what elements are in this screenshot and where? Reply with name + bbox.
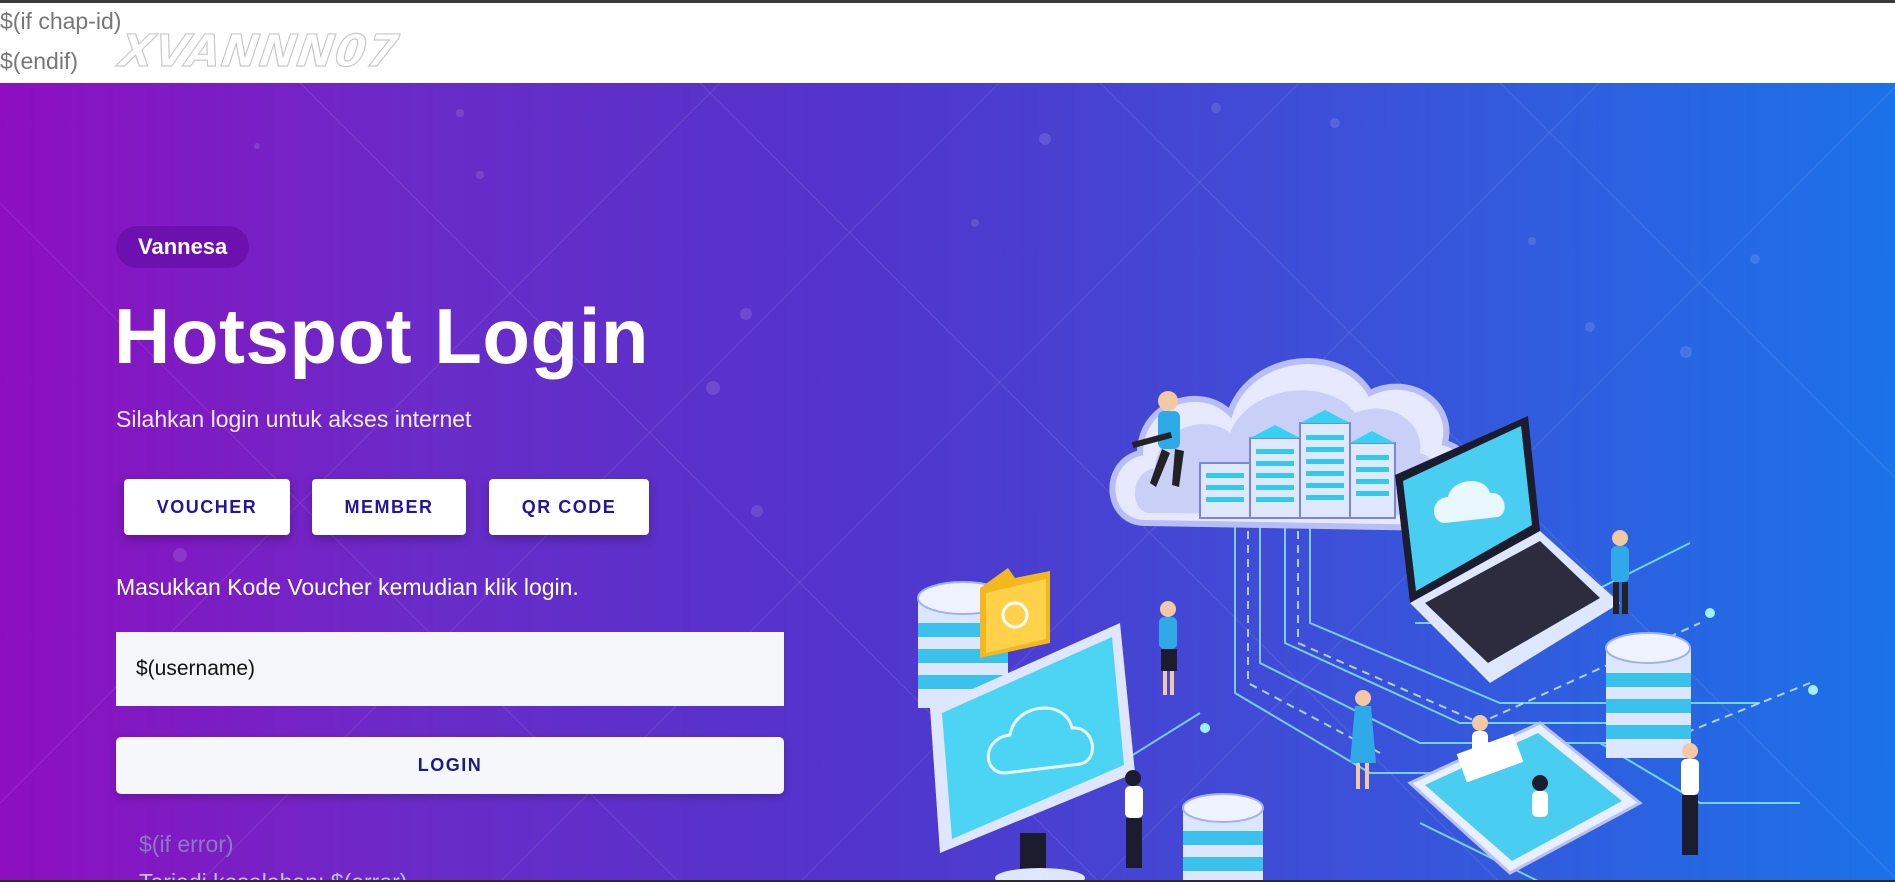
template-if-chap-id: $(if chap-id) xyxy=(0,8,122,34)
username-input[interactable] xyxy=(116,632,784,706)
page-subtitle: Silahkan login untuk akses internet xyxy=(116,406,472,432)
template-endif: $(endif) xyxy=(0,48,78,74)
database-icon-right xyxy=(1605,632,1691,758)
login-button[interactable]: LOGIN xyxy=(116,737,784,794)
page-title: Hotspot Login xyxy=(114,292,650,380)
network-illustration xyxy=(917,358,1818,882)
watermark-logo: XVANNN07 xyxy=(116,25,403,77)
phone-icon xyxy=(1407,715,1643,875)
tab-member[interactable]: MEMBER xyxy=(312,479,466,535)
folder-sync-icon xyxy=(980,568,1050,658)
tab-qr-code[interactable]: QR CODE xyxy=(489,479,649,535)
window-top-border xyxy=(0,0,1895,3)
hero-section: Vannesa Hotspot Login Silahkan login unt… xyxy=(0,83,1895,882)
template-if-error: $(if error) xyxy=(139,831,234,857)
tab-voucher[interactable]: VOUCHER xyxy=(124,479,290,535)
brand-badge: Vannesa xyxy=(116,226,250,268)
database-icon-bottom xyxy=(1182,793,1264,882)
voucher-instruction: Masukkan Kode Voucher kemudian klik logi… xyxy=(116,574,579,600)
